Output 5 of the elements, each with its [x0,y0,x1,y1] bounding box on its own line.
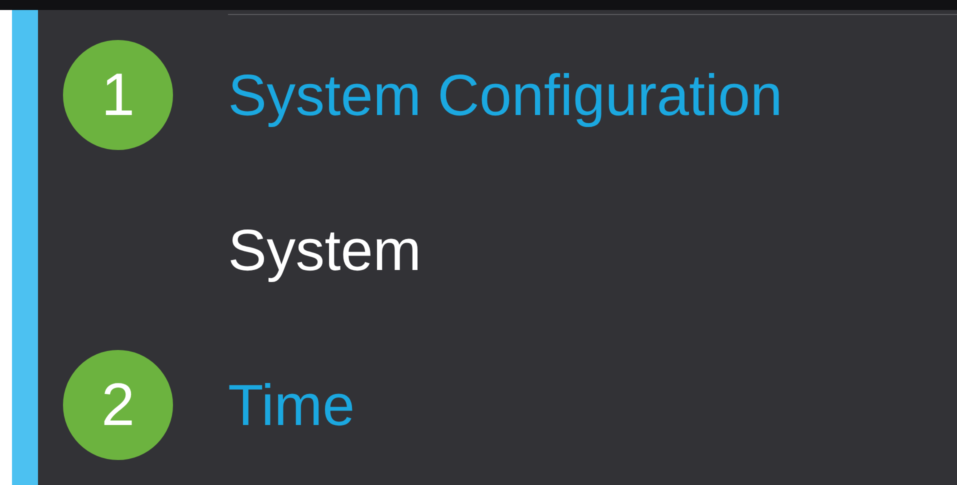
section-title[interactable]: Time [228,362,355,448]
menu-item[interactable]: System [228,206,422,294]
section-title[interactable]: System Configuration [228,52,782,138]
step-number-badge: 2 [63,350,173,460]
step-number-badge: 1 [63,40,173,150]
